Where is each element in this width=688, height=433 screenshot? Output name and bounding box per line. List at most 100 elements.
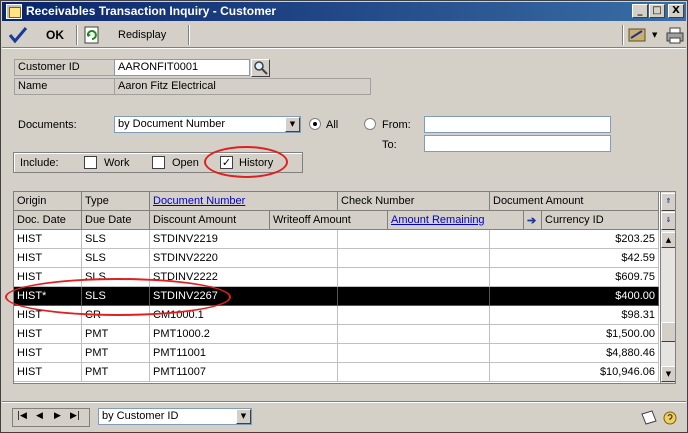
- scroll-thumb[interactable]: [661, 322, 675, 342]
- grid-vertical-scrollbar[interactable]: ⇑ ⇓ ▲ ▼: [660, 192, 675, 383]
- scroll-up-button[interactable]: ▲: [661, 232, 675, 248]
- table-row[interactable]: HIST SLS STDINV2220 $42.59: [14, 249, 659, 268]
- close-button[interactable]: X: [668, 4, 684, 18]
- row-type: PMT: [82, 325, 150, 344]
- all-label: All: [326, 119, 339, 131]
- table-row[interactable]: HIST SLS STDINV2219 $203.25: [14, 230, 659, 249]
- documents-dropdown-button[interactable]: ▼: [285, 117, 300, 132]
- grid-header-row-1: Origin Type Document Number Check Number…: [14, 192, 659, 211]
- minimize-button[interactable]: _: [632, 4, 648, 18]
- maximize-button[interactable]: □: [649, 4, 665, 18]
- redisplay-icon: [84, 26, 99, 44]
- note-icon[interactable]: [640, 410, 658, 426]
- header-origin[interactable]: Origin: [14, 192, 82, 211]
- row-document-amount: $400.00: [490, 287, 659, 306]
- header-amount-remaining[interactable]: Amount Remaining: [388, 211, 524, 230]
- grid-header-row-2: Doc. Date Due Date Discount Amount Write…: [14, 211, 659, 230]
- header-doc-date[interactable]: Doc. Date: [14, 211, 82, 230]
- row-document-number: PMT11007: [150, 363, 338, 382]
- work-label: Work: [104, 157, 130, 169]
- row-document-amount: $10,946.06: [490, 363, 659, 382]
- header-discount-amount[interactable]: Discount Amount: [150, 211, 270, 230]
- table-row[interactable]: HIST PMT PMT11001 $4,880.46: [14, 344, 659, 363]
- header-writeoff-amount[interactable]: Writeoff Amount: [270, 211, 388, 230]
- row-document-amount: $98.31: [490, 306, 659, 325]
- row-check-number: [338, 306, 490, 325]
- header-document-number[interactable]: Document Number: [150, 192, 338, 211]
- work-checkbox[interactable]: [84, 156, 97, 169]
- ok-button[interactable]: OK: [8, 24, 64, 46]
- double-chevron-up-icon: ⇑: [665, 197, 672, 205]
- documents-label: Documents:: [18, 119, 77, 131]
- row-origin: HIST: [14, 363, 82, 382]
- header-type[interactable]: Type: [82, 192, 150, 211]
- table-row[interactable]: HIST PMT PMT1000.2 $1,500.00: [14, 325, 659, 344]
- expand-rows-button[interactable]: ⇓: [661, 212, 675, 230]
- goto-icon: [628, 28, 646, 42]
- open-checkbox[interactable]: [152, 156, 165, 169]
- last-record-icon[interactable]: ▶|: [70, 411, 80, 425]
- next-record-icon[interactable]: ▶: [54, 411, 61, 425]
- title-bar[interactable]: Receivables Transaction Inquiry - Custom…: [2, 2, 686, 21]
- customer-id-input[interactable]: AARONFIT0001: [114, 59, 250, 76]
- print-button[interactable]: [666, 24, 684, 46]
- toolbar-separator: [622, 25, 624, 45]
- header-due-date[interactable]: Due Date: [82, 211, 150, 230]
- name-label: Name: [14, 78, 114, 95]
- previous-record-icon[interactable]: ◀: [36, 411, 43, 425]
- to-input[interactable]: [424, 135, 611, 152]
- row-document-amount: $203.25: [490, 230, 659, 249]
- row-type: PMT: [82, 363, 150, 382]
- row-origin: HIST: [14, 344, 82, 363]
- goto-menu-button[interactable]: ▼: [628, 24, 657, 46]
- sort-dropdown-button[interactable]: ▼: [236, 409, 251, 424]
- checkmark-icon: [8, 27, 28, 44]
- window-title: Receivables Transaction Inquiry - Custom…: [26, 4, 277, 18]
- double-chevron-down-icon: ⇓: [665, 216, 672, 224]
- scroll-down-button[interactable]: ▼: [661, 366, 675, 382]
- open-label: Open: [172, 157, 199, 169]
- customer-name-value: Aaron Fitz Electrical: [114, 78, 371, 95]
- row-type: PMT: [82, 344, 150, 363]
- redisplay-button[interactable]: Redisplay: [84, 24, 166, 46]
- header-check-number[interactable]: Check Number: [338, 192, 490, 211]
- header-currency-id[interactable]: Currency ID: [542, 211, 659, 230]
- row-document-number: STDINV2220: [150, 249, 338, 268]
- include-label: Include:: [20, 157, 59, 169]
- from-label: From:: [382, 119, 411, 131]
- expand-arrow-icon[interactable]: ➔: [524, 211, 542, 230]
- selected-row-highlight-circle: [5, 278, 231, 316]
- toolbar-separator: [76, 25, 78, 45]
- row-check-number: [338, 363, 490, 382]
- customer-lookup-button[interactable]: [251, 59, 270, 77]
- history-highlight-circle: [204, 146, 288, 178]
- table-row[interactable]: HIST PMT PMT11007 $10,946.06: [14, 363, 659, 382]
- sort-order-select[interactable]: by Customer ID: [98, 408, 252, 425]
- row-check-number: [338, 268, 490, 287]
- row-check-number: [338, 344, 490, 363]
- row-type: SLS: [82, 230, 150, 249]
- row-type: SLS: [82, 249, 150, 268]
- first-record-icon[interactable]: |◀: [17, 411, 27, 425]
- from-radio[interactable]: [364, 118, 376, 130]
- inquiry-window: Receivables Transaction Inquiry - Custom…: [0, 0, 688, 433]
- help-icon[interactable]: [662, 410, 678, 426]
- row-document-number: STDINV2219: [150, 230, 338, 249]
- all-radio[interactable]: [309, 118, 321, 130]
- row-document-number: PMT1000.2: [150, 325, 338, 344]
- documents-select[interactable]: by Document Number: [114, 116, 301, 133]
- redisplay-label: Redisplay: [118, 29, 167, 41]
- header-document-amount[interactable]: Document Amount: [490, 192, 659, 211]
- row-document-amount: $1,500.00: [490, 325, 659, 344]
- chevron-down-icon: ▼: [665, 370, 672, 378]
- chevron-down-icon: ▼: [289, 120, 296, 128]
- row-origin: HIST: [14, 325, 82, 344]
- from-input[interactable]: [424, 116, 611, 133]
- collapse-rows-button[interactable]: ⇑: [661, 193, 675, 211]
- chevron-down-icon: ▼: [240, 412, 247, 420]
- status-bar: |◀ ◀ ▶ ▶| by Customer ID ▼: [2, 401, 686, 432]
- row-document-number: PMT11001: [150, 344, 338, 363]
- row-check-number: [338, 287, 490, 306]
- customer-id-label: Customer ID: [14, 59, 114, 76]
- row-check-number: [338, 249, 490, 268]
